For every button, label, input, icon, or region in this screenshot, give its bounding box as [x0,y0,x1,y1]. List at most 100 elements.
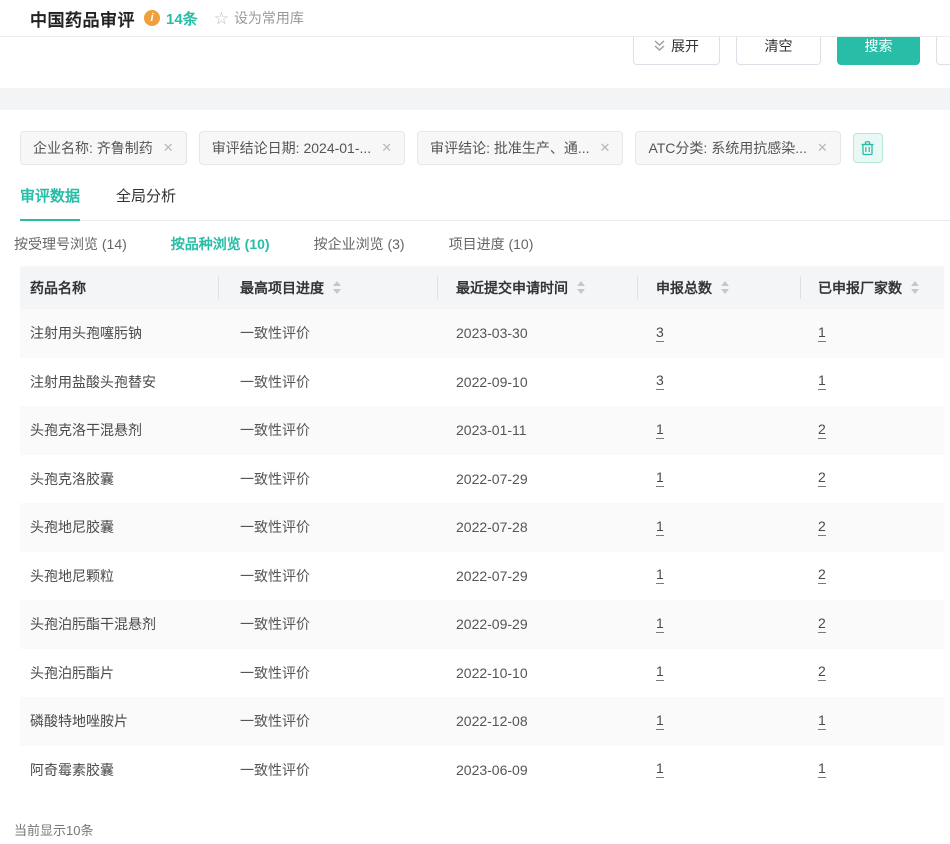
expand-button-label: 展开 [671,37,699,56]
main-panel: 企业名称: 齐鲁制药 ✕ 审评结论日期: 2024-01-... ✕ 审评结论:… [0,110,950,839]
cell-progress: 一致性评价 [218,309,437,358]
cell-drug-name: 头孢克洛胶囊 [20,455,218,504]
cell-companies: 2 [800,552,944,601]
cell-date: 2022-09-29 [437,600,637,649]
cell-total: 3 [637,309,800,358]
companies-link[interactable]: 1 [818,761,826,778]
tab-review-data[interactable]: 审评数据 [20,185,80,221]
column-header-label: 药品名称 [30,278,86,298]
companies-link[interactable]: 2 [818,664,826,681]
companies-link[interactable]: 1 [818,373,826,390]
cell-date: 2023-03-30 [437,309,637,358]
cell-total: 1 [637,649,800,698]
companies-link[interactable]: 2 [818,422,826,439]
results-table: 药品名称 最高项目进度 最近提交申请时间 申报总数 已申报厂家数 注射用头孢噻肟… [20,266,944,794]
total-applications-link[interactable]: 1 [656,616,664,633]
cell-progress: 一致性评价 [218,746,437,795]
cell-date: 2022-09-10 [437,358,637,407]
title-bar: 中国药品审评 i 14条 ☆ 设为常用库 [0,0,950,37]
set-favorite-library[interactable]: ☆ 设为常用库 [214,8,304,28]
cell-drug-name: 磷酸特地唑胺片 [20,697,218,746]
cell-total: 1 [637,455,800,504]
subtab-by-company[interactable]: 按企业浏览 (3) [314,234,405,254]
filter-chips-row: 企业名称: 齐鲁制药 ✕ 审评结论日期: 2024-01-... ✕ 审评结论:… [20,131,950,165]
search-form-buttons: 展开 清空 搜索 [633,37,950,65]
expand-button[interactable]: 展开 [633,37,720,65]
table-row: 头孢泊肟酯片 一致性评价 2022-10-10 1 2 [20,649,944,698]
column-header-label: 最近提交申请时间 [456,278,568,298]
table-row: 头孢克洛干混悬剂 一致性评价 2023-01-11 1 2 [20,406,944,455]
column-header-label: 最高项目进度 [240,278,324,298]
table-row: 注射用头孢噻肟钠 一致性评价 2023-03-30 3 1 [20,309,944,358]
cell-drug-name: 头孢泊肟酯干混悬剂 [20,600,218,649]
subtab-by-variety[interactable]: 按品种浏览 (10) [171,234,270,254]
column-header-latest-submit-date: 最近提交申请时间 [437,266,637,309]
info-circle-icon[interactable]: i [144,10,160,26]
cell-progress: 一致性评价 [218,406,437,455]
close-icon[interactable]: ✕ [381,140,392,156]
cell-drug-name: 注射用盐酸头孢替安 [20,358,218,407]
page-title: 中国药品审评 [30,6,135,31]
search-button[interactable]: 搜索 [837,37,920,65]
column-header-highest-progress: 最高项目进度 [218,266,437,309]
companies-link[interactable]: 1 [818,325,826,342]
subtab-project-progress[interactable]: 项目进度 (10) [449,234,534,254]
cell-companies: 2 [800,649,944,698]
companies-link[interactable]: 2 [818,616,826,633]
close-icon[interactable]: ✕ [163,140,174,156]
cell-progress: 一致性评价 [218,503,437,552]
cell-companies: 1 [800,309,944,358]
cell-companies: 1 [800,697,944,746]
close-icon[interactable]: ✕ [600,140,611,156]
companies-link[interactable]: 2 [818,470,826,487]
secondary-tabs: 按受理号浏览 (14) 按品种浏览 (10) 按企业浏览 (3) 项目进度 (1… [14,234,950,254]
cell-companies: 2 [800,406,944,455]
total-applications-link[interactable]: 1 [656,664,664,681]
total-applications-link[interactable]: 1 [656,470,664,487]
column-header-total-applications: 申报总数 [637,266,800,309]
column-header-label: 申报总数 [656,278,712,298]
total-applications-link[interactable]: 1 [656,761,664,778]
companies-link[interactable]: 2 [818,567,826,584]
total-applications-link[interactable]: 3 [656,373,664,390]
sort-icon[interactable] [333,281,341,294]
sort-icon[interactable] [721,281,729,294]
cell-date: 2022-07-29 [437,552,637,601]
total-applications-link[interactable]: 1 [656,422,664,439]
table-row: 头孢泊肟酯干混悬剂 一致性评价 2022-09-29 1 2 [20,600,944,649]
display-count-summary: 当前显示10条 [14,820,950,839]
clipped-edge-button[interactable] [936,37,950,65]
clear-button[interactable]: 清空 [736,37,821,65]
column-header-drug-name: 药品名称 [20,266,218,309]
total-applications-link[interactable]: 3 [656,325,664,342]
table-row: 磷酸特地唑胺片 一致性评价 2022-12-08 1 1 [20,697,944,746]
total-applications-link[interactable]: 1 [656,713,664,730]
primary-tabs: 审评数据 全局分析 [20,185,950,221]
cell-total: 1 [637,600,800,649]
table-row: 阿奇霉素胶囊 一致性评价 2023-06-09 1 1 [20,746,944,795]
sort-icon[interactable] [911,281,919,294]
total-applications-link[interactable]: 1 [656,519,664,536]
filter-chip-label: 企业名称: 齐鲁制药 [33,138,153,158]
total-applications-link[interactable]: 1 [656,567,664,584]
companies-link[interactable]: 1 [818,713,826,730]
cell-total: 1 [637,697,800,746]
close-icon[interactable]: ✕ [817,140,828,156]
filter-chip-label: 审评结论日期: 2024-01-... [212,138,372,158]
cell-progress: 一致性评价 [218,358,437,407]
subtab-by-acceptance-number[interactable]: 按受理号浏览 (14) [14,234,127,254]
cell-companies: 1 [800,746,944,795]
companies-link[interactable]: 2 [818,519,826,536]
search-form-bottom: 展开 清空 搜索 [0,37,950,88]
cell-progress: 一致性评价 [218,600,437,649]
sort-icon[interactable] [577,281,585,294]
favorite-label: 设为常用库 [234,8,304,28]
cell-drug-name: 注射用头孢噻肟钠 [20,309,218,358]
cell-total: 1 [637,503,800,552]
cell-date: 2023-06-09 [437,746,637,795]
clear-all-filters-button[interactable] [853,133,883,163]
cell-total: 1 [637,406,800,455]
filter-chip-label: ATC分类: 系统用抗感染... [648,138,806,158]
tab-global-analysis[interactable]: 全局分析 [116,185,176,220]
filter-chip-atc: ATC分类: 系统用抗感染... ✕ [635,131,840,165]
